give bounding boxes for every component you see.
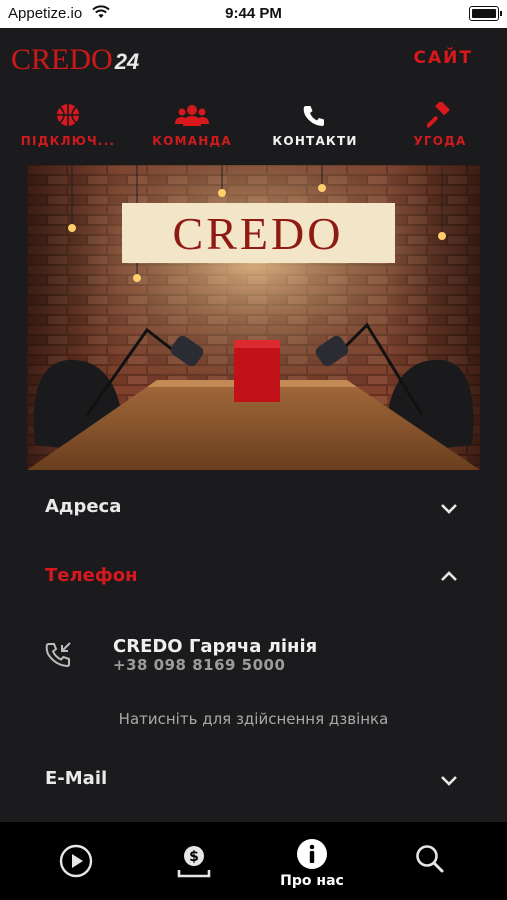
tab-agreement[interactable]: УГОДА [380, 96, 500, 158]
sign-text: CREDO [173, 208, 344, 259]
info-icon [297, 839, 327, 869]
tab-team[interactable]: КОМАНДА [132, 96, 252, 158]
phone-title: Телефон [45, 565, 138, 586]
site-link[interactable]: САЙТ [414, 48, 473, 68]
hotline-phone-item[interactable]: CREDO Гаряча лінія +38 098 8169 5000 [45, 632, 465, 677]
gavel-icon [427, 102, 450, 128]
phone-section-header[interactable]: Телефон [45, 557, 460, 597]
basketball-icon [57, 104, 79, 126]
incoming-call-icon [45, 642, 71, 668]
battery-icon [469, 6, 502, 21]
chevron-up-icon [441, 571, 457, 581]
studio-photo: CREDO [27, 165, 480, 470]
tab-contacts-label: КОНТАКТИ [272, 134, 358, 148]
tab-search[interactable] [380, 822, 480, 900]
phone-icon [303, 106, 324, 126]
svg-text:$: $ [189, 849, 199, 865]
money-icon: $ [177, 846, 211, 878]
tab-contacts[interactable]: КОНТАКТИ [255, 96, 375, 158]
tab-donate[interactable]: $ [144, 822, 244, 900]
tab-agreement-label: УГОДА [413, 134, 467, 148]
search-icon [416, 845, 444, 873]
tab-player[interactable] [26, 822, 126, 900]
app-logo: CREDO24 [11, 43, 140, 76]
email-title: E-Mail [45, 768, 108, 789]
chevron-down-icon [441, 776, 457, 786]
hotline-number: +38 098 8169 5000 [113, 656, 286, 674]
tab-connect-label: ПІДКЛЮЧ... [20, 134, 116, 148]
top-tabs: ПІДКЛЮЧ... КОМАНДА КОНТАКТИ УГОДА [0, 96, 507, 158]
clock: 9:44 PM [225, 5, 282, 22]
address-title: Адреса [45, 496, 122, 517]
tab-team-label: КОМАНДА [152, 134, 232, 148]
email-section-header[interactable]: E-Mail [45, 760, 460, 800]
call-hint: Натисніть для здійснення дзвінка [118, 710, 389, 728]
play-icon [59, 844, 93, 878]
status-bar: Appetize.io 9:44 PM [0, 0, 507, 28]
tab-about[interactable]: Про нас [262, 822, 362, 900]
team-icon [175, 105, 209, 126]
tab-about-label: Про нас [280, 873, 344, 889]
chevron-down-icon [441, 504, 457, 514]
address-section-header[interactable]: Адреса [45, 488, 460, 528]
app-header: CREDO24 САЙТ [0, 28, 507, 90]
hotline-name: CREDO Гаряча лінія [113, 636, 318, 657]
tab-connect[interactable]: ПІДКЛЮЧ... [8, 96, 128, 158]
bottom-tab-bar: $ Про нас [0, 822, 507, 900]
